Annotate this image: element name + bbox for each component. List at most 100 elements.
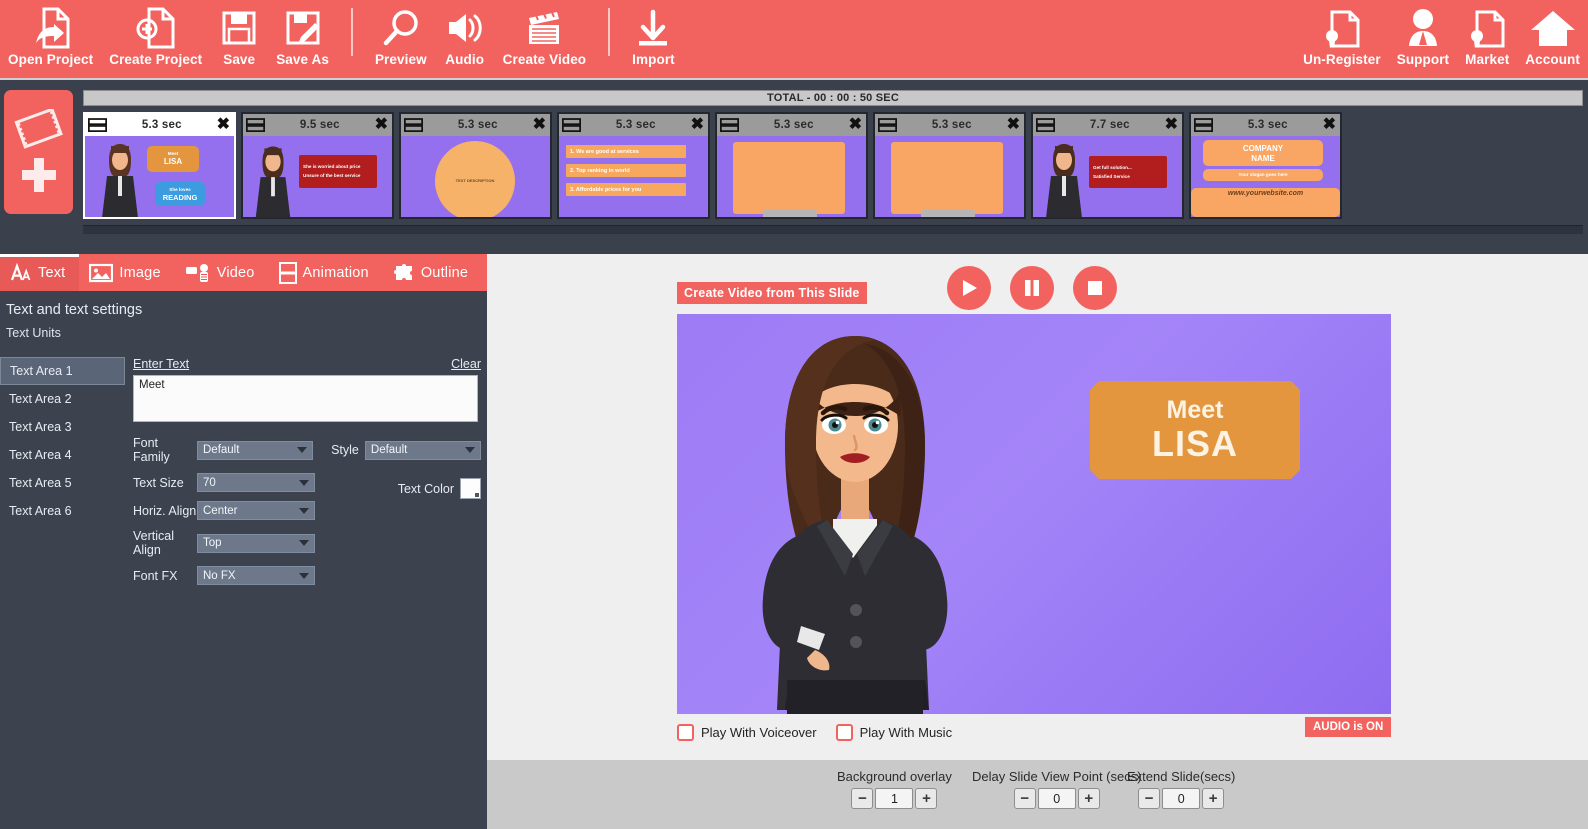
mini-text: Your slogan goes here	[1238, 172, 1288, 177]
toolbar-button-save-as[interactable]: Save As	[268, 0, 337, 80]
vertical-align-select[interactable]: Top	[197, 533, 315, 553]
toolbar-label: Un-Register	[1303, 52, 1381, 67]
preview-magnifier-icon	[379, 3, 423, 53]
tab-image[interactable]: Image	[79, 254, 174, 291]
slide-thumbnail[interactable]: 7.7 sec ✖ Get full solution... Satisfied…	[1031, 112, 1184, 219]
text-unit-item-2[interactable]: Text Area 2	[0, 385, 125, 413]
slide-thumbnail[interactable]: 5.3 sec ✖ TEXT DESCRIPTION	[399, 112, 552, 219]
tab-video[interactable]: Video	[175, 254, 269, 291]
text-unit-item-4[interactable]: Text Area 4	[0, 441, 125, 469]
text-size-value: 70	[203, 476, 216, 489]
pause-button[interactable]	[1010, 266, 1054, 310]
text-input[interactable]	[133, 375, 478, 422]
slide-thumbnail[interactable]: 5.3 sec ✖ Meet LISA She loves READING	[83, 112, 236, 219]
horiz-align-row: Horiz. Align Center	[133, 501, 481, 520]
close-icon[interactable]: ✖	[849, 117, 863, 133]
mini-callout: Get full solution... Satisfied Service	[1089, 156, 1167, 188]
horiz-align-select[interactable]: Center	[197, 501, 315, 520]
text-unit-item-5[interactable]: Text Area 5	[0, 469, 125, 497]
toolbar-button-audio[interactable]: Audio	[435, 0, 495, 80]
play-with-music-checkbox[interactable]	[835, 723, 853, 741]
slide-duration: 7.7 sec	[1089, 119, 1130, 131]
slide-thumbnail-list[interactable]: 5.3 sec ✖ Meet LISA She loves READING 9.…	[83, 112, 1583, 222]
text-unit-label: Text Area 1	[10, 364, 73, 378]
font-fx-select[interactable]: No FX	[197, 566, 315, 585]
toolbar-button-create-video[interactable]: Create Video	[495, 0, 595, 80]
font-fx-label: Font FX	[133, 568, 178, 583]
close-icon[interactable]: ✖	[217, 117, 231, 133]
slide-layers-icon	[1036, 117, 1055, 132]
text-size-select[interactable]: 70	[197, 473, 315, 492]
add-slide-button[interactable]	[4, 90, 73, 214]
slide-thumbnail[interactable]: 9.5 sec ✖ She is worried about price Uns…	[241, 112, 394, 219]
extend-increment[interactable]: +	[1202, 788, 1225, 809]
toolbar-button-market[interactable]: Market	[1457, 0, 1517, 80]
text-unit-item-3[interactable]: Text Area 3	[0, 413, 125, 441]
delay-decrement[interactable]: −	[1013, 788, 1036, 809]
close-icon[interactable]: ✖	[691, 117, 705, 133]
slide-preview: She is worried about price Unsure of the…	[243, 136, 392, 217]
bottom-controls-bar: Background overlay − 1 + Delay Slide Vie…	[487, 760, 1588, 829]
chevron-down-icon	[299, 507, 309, 514]
tab-label: Video	[216, 264, 255, 281]
clear-link[interactable]: Clear	[451, 357, 481, 371]
font-family-select[interactable]: Default	[197, 440, 314, 460]
style-select[interactable]: Default	[364, 440, 481, 460]
text-unit-item-6[interactable]: Text Area 6	[0, 497, 125, 525]
toolbar-button-preview[interactable]: Preview	[367, 0, 435, 80]
slide-stage[interactable]: Meet LISA	[677, 314, 1391, 714]
text-size-label: Text Size	[133, 475, 184, 490]
toolbar-button-create-project[interactable]: Create Project	[101, 0, 210, 80]
create-project-icon	[133, 3, 179, 53]
toolbar-button-account[interactable]: Account	[1517, 0, 1588, 80]
slide-header: 5.3 sec ✖	[401, 114, 550, 136]
slide-duration: 5.3 sec	[1247, 119, 1288, 131]
extend-value[interactable]: 0	[1162, 788, 1201, 809]
outline-puzzle-icon	[393, 263, 412, 280]
toolbar-label: Support	[1396, 52, 1450, 67]
delay-slide-view-point-control: Delay Slide View Point (secs) − 0 +	[972, 769, 1142, 809]
tab-text[interactable]: Text	[0, 254, 80, 291]
play-button[interactable]	[947, 266, 991, 310]
slide-thumbnail[interactable]: 5.3 sec ✖ COMPANY NAME Your slogan goes …	[1189, 112, 1342, 219]
horiz-align-value: Center	[203, 504, 238, 517]
toolbar-label: Preview	[374, 52, 427, 67]
toolbar-button-import[interactable]: Import	[624, 0, 683, 80]
delay-value[interactable]: 0	[1037, 788, 1076, 809]
image-picture-icon	[89, 263, 114, 282]
slide-preview: TEXT DESCRIPTION	[401, 136, 550, 217]
timeline-scrollbar[interactable]	[83, 225, 1583, 234]
create-video-from-slide-button[interactable]: Create Video from This Slide	[677, 282, 867, 304]
close-icon[interactable]: ✖	[375, 117, 389, 133]
slide-thumbnail[interactable]: 5.3 sec ✖ 1. We are good at services 2. …	[557, 112, 710, 219]
close-icon[interactable]: ✖	[1165, 117, 1179, 133]
audio-status-badge[interactable]: AUDIO is ON	[1305, 717, 1392, 737]
toolbar-button-support[interactable]: Support	[1389, 0, 1457, 80]
close-icon[interactable]: ✖	[1007, 117, 1021, 133]
slide-thumbnail[interactable]: 5.3 sec ✖	[715, 112, 868, 219]
toolbar-button-un-register[interactable]: Un-Register	[1295, 0, 1389, 80]
stop-button[interactable]	[1073, 266, 1117, 310]
close-icon[interactable]: ✖	[1323, 117, 1337, 133]
background-overlay-label: Background overlay	[837, 769, 952, 784]
background-overlay-increment[interactable]: +	[915, 788, 938, 809]
text-unit-item-1[interactable]: Text Area 1	[0, 357, 125, 385]
background-overlay-value[interactable]: 1	[875, 788, 914, 809]
mini-company-website: www.yourwebsite.com	[1191, 188, 1340, 217]
close-icon[interactable]: ✖	[533, 117, 547, 133]
background-overlay-control: Background overlay − 1 +	[837, 769, 952, 809]
toolbar-button-save[interactable]: Save	[210, 0, 268, 80]
mini-list-item: 2. Top ranking in world	[566, 164, 686, 177]
background-overlay-decrement[interactable]: −	[851, 788, 874, 809]
toolbar-button-open-project[interactable]: Open Project	[0, 0, 101, 80]
mini-company-slogan: Your slogan goes here	[1203, 169, 1323, 181]
delay-increment[interactable]: +	[1077, 788, 1100, 809]
tab-animation[interactable]: Animation	[269, 254, 383, 291]
slide-duration: 5.3 sec	[773, 119, 814, 131]
meet-lisa-callout[interactable]: Meet LISA	[1090, 381, 1300, 479]
extend-decrement[interactable]: −	[1138, 788, 1161, 809]
play-with-voiceover-checkbox[interactable]	[677, 723, 694, 741]
text-color-swatch[interactable]	[460, 478, 481, 499]
tab-outline[interactable]: Outline	[383, 254, 482, 291]
slide-thumbnail[interactable]: 5.3 sec ✖	[873, 112, 1026, 219]
